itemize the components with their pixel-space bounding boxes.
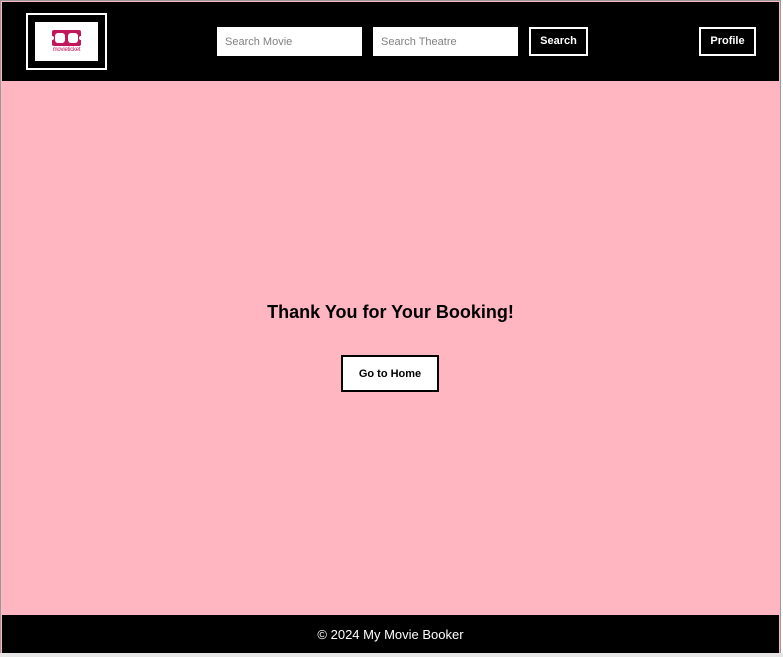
search-theatre-input[interactable]	[373, 27, 518, 56]
site-header: movieticket Search Profile	[2, 2, 779, 81]
page-frame: movieticket Search Profile Thank You for…	[0, 0, 781, 655]
logo-text: movieticket	[52, 47, 81, 53]
footer-copyright: © 2024 My Movie Booker	[317, 627, 464, 642]
search-button[interactable]: Search	[529, 27, 588, 56]
host-status-bar	[0, 653, 783, 657]
ticket-icon	[50, 30, 83, 46]
search-movie-input[interactable]	[217, 27, 362, 56]
logo: movieticket	[35, 22, 98, 61]
logo-link[interactable]: movieticket	[26, 13, 107, 70]
site-footer: © 2024 My Movie Booker	[2, 615, 779, 654]
go-home-button[interactable]: Go to Home	[341, 355, 439, 392]
profile-button[interactable]: Profile	[699, 27, 756, 56]
confirmation-heading: Thank You for Your Booking!	[267, 302, 514, 322]
